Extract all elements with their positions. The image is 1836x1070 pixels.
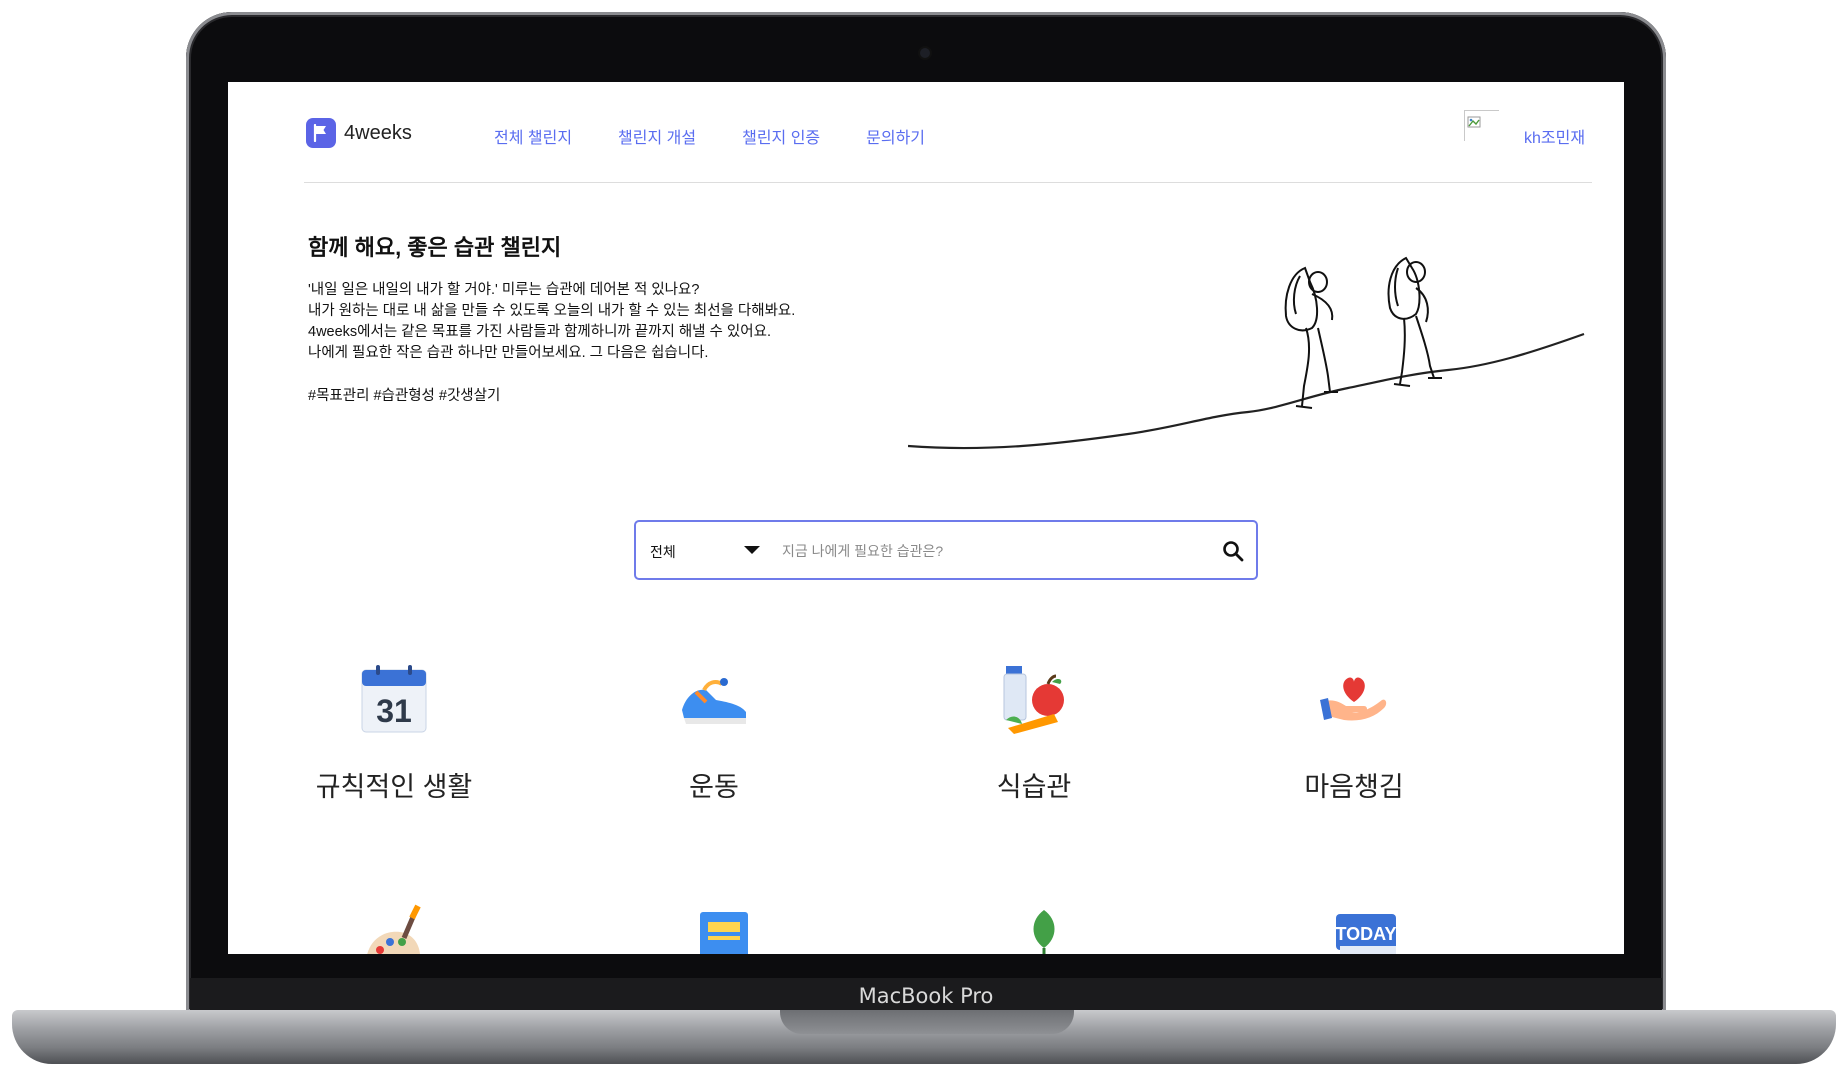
logo-text: 4weeks: [344, 121, 412, 144]
search-category-select[interactable]: 전체: [650, 542, 676, 562]
food-icon: [1003, 666, 1064, 734]
today-text: TODAY: [1335, 924, 1396, 944]
nav-verify-challenge[interactable]: 챌린지 인증: [742, 124, 820, 148]
category-label: 마음챙김: [1304, 772, 1404, 802]
laptop-notch: [780, 1010, 1074, 1034]
calendar-day: 31: [376, 693, 412, 729]
search-icon[interactable]: [1222, 540, 1244, 562]
caret-down-icon[interactable]: [744, 546, 760, 554]
leaf-icon[interactable]: [1004, 904, 1084, 954]
category-label: 규칙적인 생활: [315, 772, 473, 802]
search-input[interactable]: [780, 534, 1194, 568]
palette-icon[interactable]: [356, 904, 436, 954]
hero-title: 함께 해요, 좋은 습관 챌린지: [308, 235, 562, 260]
book-icon[interactable]: [684, 904, 764, 954]
hero-line: 4weeks에서는 같은 목표를 가진 사람들과 함께하니까 끝까지 해낼 수 …: [308, 324, 771, 340]
bezel-label: MacBook Pro: [190, 978, 1662, 1012]
browser-screen: 4weeks 전체 챌린지 챌린지 개설 챌린지 인증 문의하기 kh조민재 함…: [228, 82, 1624, 954]
category-regular-life[interactable]: 31 규칙적인 생활: [244, 662, 544, 804]
nav-create-challenge[interactable]: 챌린지 개설: [618, 124, 696, 148]
heart-hand-icon: [1320, 677, 1387, 721]
main-nav: 전체 챌린지 챌린지 개설 챌린지 인증 문의하기: [494, 124, 971, 148]
search-bar: 전체: [634, 520, 1258, 580]
hikers-illustration: [908, 256, 1585, 450]
hero-description: '내일 일은 내일의 내가 할 거야.' 미루는 습관에 데어본 적 있나요? …: [308, 280, 795, 364]
avatar[interactable]: [1464, 110, 1499, 141]
header-divider: [304, 182, 1592, 183]
hero-hashtags: #목표관리 #습관형성 #갓생살기: [308, 388, 501, 404]
nav-inquiry[interactable]: 문의하기: [866, 124, 925, 148]
category-exercise[interactable]: 운동: [564, 662, 864, 804]
site-logo[interactable]: 4weeks: [306, 118, 412, 148]
user-name-link[interactable]: kh조민재: [1524, 124, 1585, 148]
today-icon[interactable]: TODAY: [1326, 904, 1406, 954]
calendar-icon: 31: [361, 665, 427, 733]
sneaker-icon: [682, 678, 746, 724]
hero-line: 나에게 필요한 작은 습관 하나만 만들어보세요. 그 다음은 쉽습니다.: [308, 345, 709, 361]
nav-all-challenges[interactable]: 전체 챌린지: [494, 124, 572, 148]
broken-image-icon: [1467, 116, 1481, 128]
camera-icon: [920, 48, 930, 58]
category-mindfulness[interactable]: 마음챙김: [1204, 662, 1504, 804]
flag-icon: [306, 118, 336, 148]
category-label: 운동: [689, 772, 739, 802]
category-diet[interactable]: 식습관: [884, 662, 1184, 804]
hero-line: '내일 일은 내일의 내가 할 거야.' 미루는 습관에 데어본 적 있나요?: [308, 282, 700, 298]
category-label: 식습관: [996, 772, 1072, 802]
hero-line: 내가 원하는 대로 내 삶을 만들 수 있도록 오늘의 내가 할 수 있는 최선…: [308, 303, 796, 319]
